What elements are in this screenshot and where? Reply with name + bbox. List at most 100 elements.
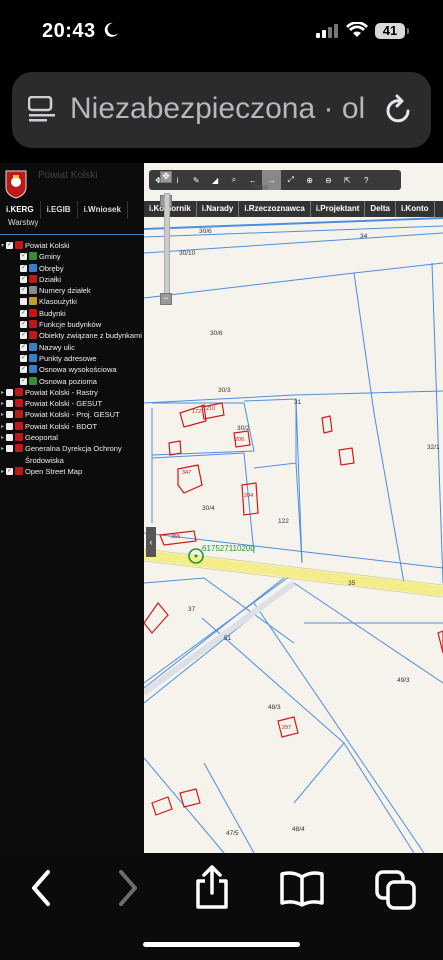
layer-checkbox[interactable] [6,445,13,453]
layer-label: Geoportal [25,433,58,443]
menu-item[interactable]: i.Projektant [311,201,366,217]
layer-checkbox[interactable]: ✓ [20,321,27,329]
layer-item[interactable]: ✓ Obiekty związane z budynkami [0,331,144,342]
back-icon[interactable] [26,868,56,908]
zoom-out-icon[interactable]: ⊖ [319,170,338,190]
search-icon[interactable]: ⌕ [225,170,244,190]
layer-checkbox[interactable] [6,422,13,430]
layer-item[interactable]: ▸ Powiat Kolski - BDOT [0,421,144,433]
layer-item[interactable]: ✓ Numery działek [0,286,144,297]
expand-arrow-icon[interactable]: ▸ [1,400,4,407]
tab-kerg[interactable]: i.KERG [0,201,41,219]
layer-item[interactable]: Klasoużytki [0,297,144,308]
layer-checkbox[interactable] [20,298,27,306]
layer-item[interactable]: ▸ ✓ Open Street Map [0,466,144,478]
layer-label: Działki [39,274,62,284]
layer-checkbox[interactable]: ✓ [20,309,27,317]
expand-arrow-icon[interactable]: ▸ [1,434,4,441]
layer-checkbox[interactable]: ✓ [6,242,13,249]
menu-item[interactable]: i.Narady [197,201,240,217]
parcel-label: 30/6 [199,228,212,235]
area-icon[interactable]: ◢ [206,170,225,190]
share-icon[interactable]: ⇱ [338,170,357,190]
layer-checkbox[interactable]: ✓ [20,377,27,385]
expand-arrow-icon[interactable]: ▾ [1,242,4,249]
layer-label: Generalna Dyrekcja Ochrony [25,444,122,454]
menu-item[interactable]: Delta [365,201,396,217]
layer-checkbox[interactable]: ✓ [20,253,27,261]
url-text[interactable]: Niezabezpieczona · ol [70,92,380,126]
layer-checkbox[interactable]: ✓ [20,287,27,295]
layer-checkbox[interactable] [6,434,13,442]
layer-item[interactable]: ▸ Geoportal [0,433,144,444]
reader-icon[interactable] [28,96,56,122]
parcel-label: 30/10 [179,250,196,257]
layer-item[interactable]: ▾ ✓ Powiat Kolski [0,241,144,252]
parcel-label: 51 [224,635,232,642]
layer-item[interactable]: Środowiska [0,456,144,467]
county-logo [5,170,27,199]
layer-checkbox[interactable]: ✓ [20,332,27,340]
menu-item[interactable]: i.Rzeczoznawca [239,201,311,217]
layer-item[interactable]: ✓ Osnowa wysokościowa [0,365,144,376]
layer-label: Powiat Kolski - Proj. GESUT [25,410,120,420]
layer-label: Numery działek [39,286,91,296]
parcel-label: 30/3 [218,387,231,394]
layer-item[interactable]: ▸ Powiat Kolski - Proj. GESUT [0,410,144,421]
zoom-out-button[interactable]: − [160,293,172,305]
parcel-label: 122 [278,518,289,525]
layer-label: Osnowa wysokościowa [39,365,117,375]
layer-item[interactable]: ✓ Obręby [0,263,144,275]
layer-checkbox[interactable] [6,400,13,408]
moon-icon [104,22,118,37]
share-icon[interactable] [192,865,232,909]
layer-item[interactable]: ▸ Generalna Dyrekcja Ochrony [0,444,144,455]
reload-icon[interactable] [384,94,414,126]
layer-checkbox[interactable]: ✓ [20,366,27,374]
layer-item[interactable]: ✓ Budynki [0,308,144,320]
layer-checkbox[interactable] [6,388,13,396]
expand-arrow-icon[interactable]: ▸ [1,423,4,430]
expand-arrow-icon[interactable]: ▸ [1,411,4,418]
layer-checkbox[interactable] [6,411,13,419]
help-icon[interactable]: ? [357,170,376,190]
layer-item[interactable]: ▸ Powiat Kolski - Rastry [0,387,144,399]
layer-checkbox[interactable]: ✓ [20,275,27,283]
layer-label: Obręby [39,263,64,273]
bookmarks-icon[interactable] [279,871,325,907]
layer-item[interactable]: ✓ Punkty adresowe [0,353,144,365]
extent-icon[interactable]: ⤢ [281,170,300,190]
expand-arrow-icon[interactable]: ▸ [1,445,4,452]
map-view[interactable]: 30/6 30/10 30/6 30/3 31 30/2 32/1 30/4 1… [144,163,443,853]
layer-item[interactable]: ✓ Nazwy ulic [0,342,144,354]
layer-item[interactable]: ✓ Osnowa pozioma [0,376,144,388]
tabs-icon[interactable] [374,869,418,911]
layer-icon [29,331,37,340]
expand-arrow-icon[interactable]: ▸ [1,468,4,475]
sidebar-tabs: i.KERG i.EGIB i.Wniosek [0,201,144,219]
layer-checkbox[interactable]: ✓ [6,467,13,475]
expand-arrow-icon[interactable]: ▸ [1,389,4,396]
forward-icon[interactable] [113,868,143,908]
layers-header[interactable]: Warstwy [0,218,150,235]
zoom-slider[interactable]: ✥ + − [159,171,173,305]
layer-label: Powiat Kolski - BDOT [25,421,98,431]
address-bar[interactable]: Niezabezpieczona · ol [12,72,431,148]
zoom-track[interactable] [164,193,170,299]
layer-checkbox[interactable]: ✓ [20,264,27,272]
menu-item[interactable]: i.Konto [396,201,435,217]
tab-egib[interactable]: i.EGIB [41,201,78,219]
layer-checkbox[interactable]: ✓ [20,354,27,362]
tab-wniosek[interactable]: i.Wniosek [78,201,128,219]
layer-item[interactable]: ✓ Gminy [0,252,144,263]
zoom-in-icon[interactable]: ⊕ [300,170,319,190]
pan-control-icon[interactable]: ✥ [160,171,172,183]
parcel-label: 32/1 [427,444,440,451]
collapse-sidebar-button[interactable]: ‹ [146,527,156,557]
map-canvas[interactable]: 30/6 30/10 30/6 30/3 31 30/2 32/1 30/4 1… [144,163,443,853]
ruler-icon[interactable]: ✎ [187,170,206,190]
layer-checkbox[interactable]: ✓ [20,343,27,351]
layer-item[interactable]: ✓ Działki [0,274,144,286]
layer-item[interactable]: ✓ Funkcje budynków [0,320,144,331]
layer-item[interactable]: ▸ Powiat Kolski - GESUT [0,399,144,410]
